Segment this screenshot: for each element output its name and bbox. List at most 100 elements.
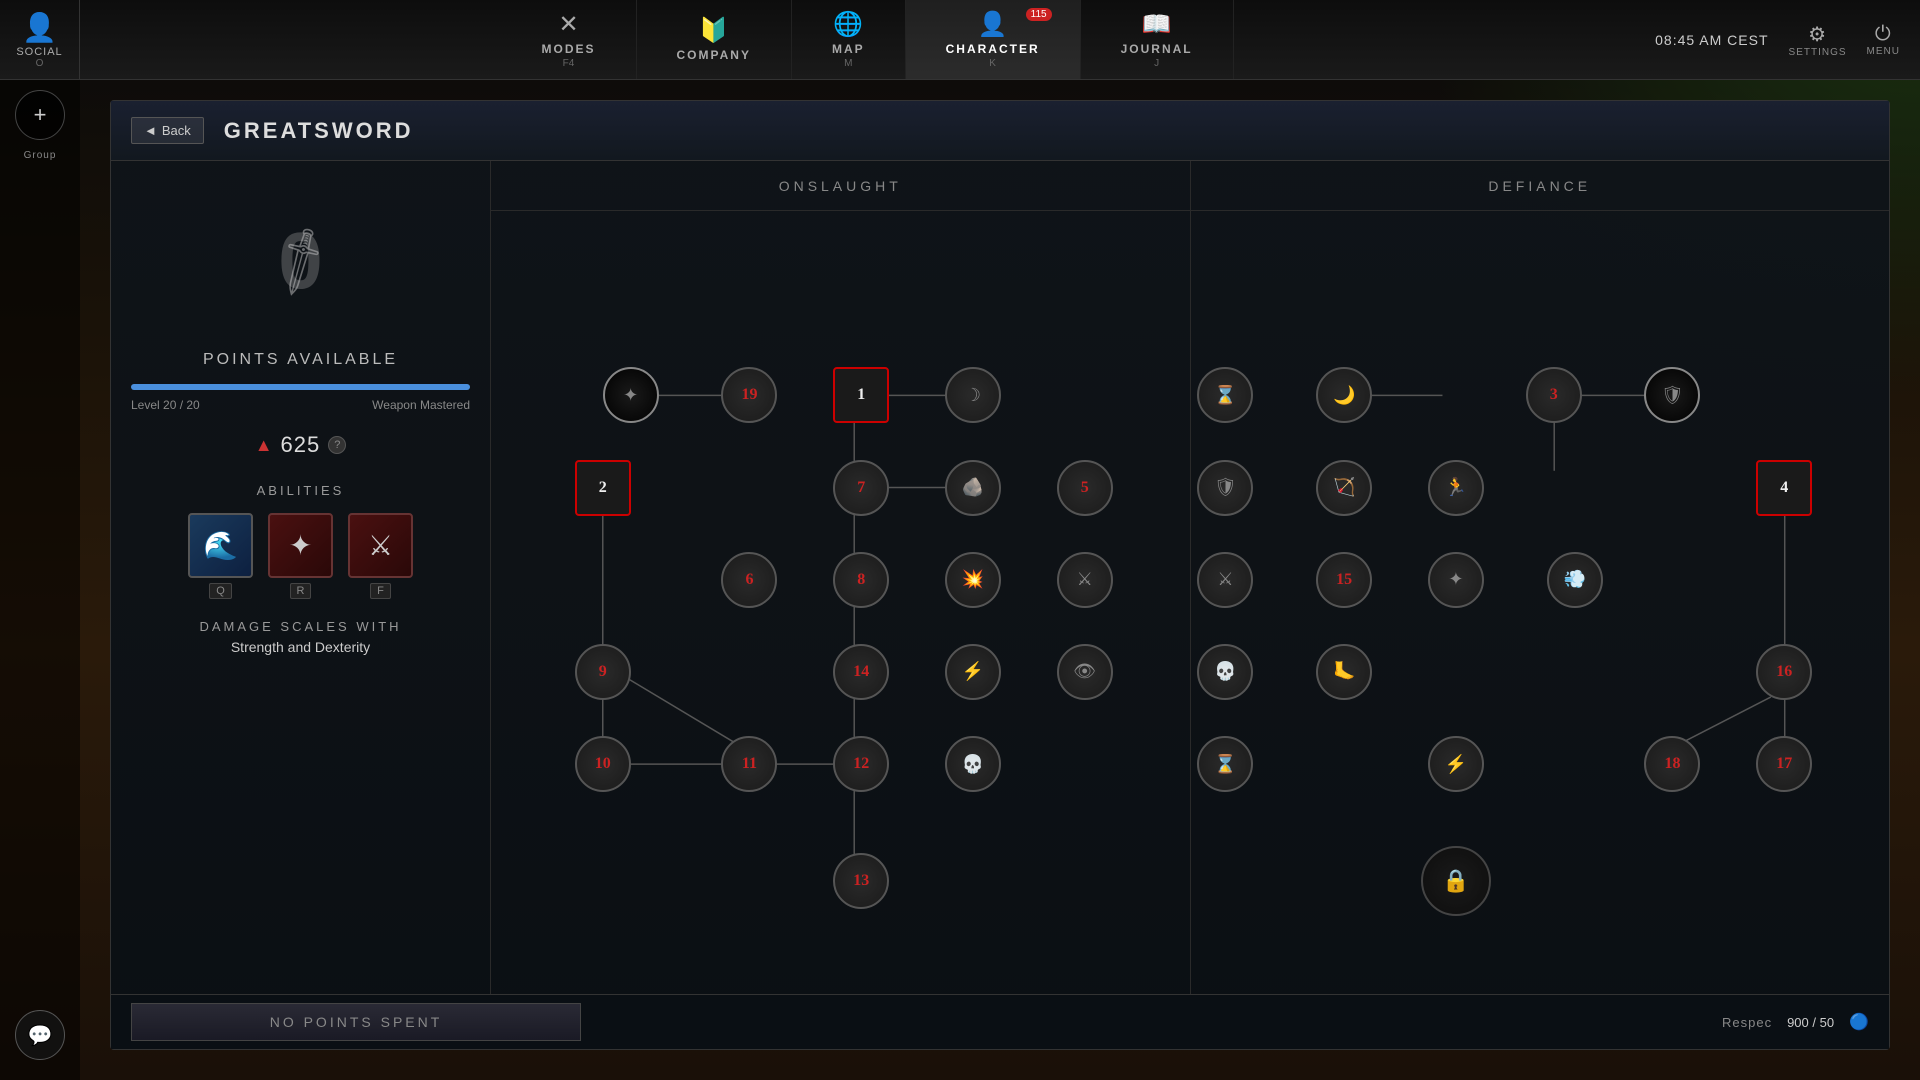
panel-body: 0 🗡 POINTS AVAILABLE Level 20 / 20 Weapo… bbox=[111, 161, 1889, 1049]
social-nav-item[interactable]: 👤 SOCIAL O bbox=[0, 0, 80, 79]
skill-node-defiance-combat[interactable]: ⚔ bbox=[1197, 552, 1253, 608]
skill-node-onslaught-top1[interactable]: ✦ bbox=[603, 367, 659, 423]
ability-icon-r[interactable]: ✦ bbox=[268, 513, 333, 578]
skill-node-9[interactable]: 9 bbox=[575, 644, 631, 700]
nav-item-modes[interactable]: ✕ MODES F4 bbox=[501, 0, 636, 79]
weapon-mastered-label: Weapon Mastered bbox=[372, 398, 470, 412]
skill-node-defiance-shield2[interactable]: 🛡 bbox=[1197, 460, 1253, 516]
back-chevron-icon: ◄ bbox=[144, 123, 157, 138]
group-add-button[interactable]: + bbox=[15, 90, 65, 140]
skill-node-19[interactable]: 19 bbox=[721, 367, 777, 423]
bottom-bar: NO POINTS SPENT Respec 900 / 50 🔵 bbox=[491, 994, 1889, 1049]
tree-content: ✦ 1 ☽ 19 2 7 bbox=[491, 211, 1889, 1049]
character-key: K bbox=[989, 58, 996, 69]
onslaught-tree: ✦ 1 ☽ 19 2 7 bbox=[491, 211, 1191, 1049]
group-label: Group bbox=[24, 150, 57, 161]
skill-node-14[interactable]: 14 bbox=[833, 644, 889, 700]
skill-node-3[interactable]: 3 bbox=[1526, 367, 1582, 423]
journal-label: JOURNAL bbox=[1121, 42, 1193, 56]
map-key: M bbox=[844, 58, 852, 69]
top-navigation: 👤 SOCIAL O ✕ MODES F4 🔰 COMPANY 🌐 MAP M … bbox=[0, 0, 1920, 80]
skill-node-10[interactable]: 10 bbox=[575, 736, 631, 792]
skill-node-onslaught-ghost[interactable]: 💀 bbox=[945, 736, 1001, 792]
company-icon: 🔰 bbox=[699, 16, 729, 45]
back-label: Back bbox=[162, 123, 191, 138]
skill-node-defiance-run[interactable]: 🏃 bbox=[1428, 460, 1484, 516]
skill-node-defiance-dodge[interactable]: 💨 bbox=[1547, 552, 1603, 608]
skill-node-15[interactable]: 15 bbox=[1316, 552, 1372, 608]
nav-item-character[interactable]: 115 👤 CHARACTER K bbox=[906, 0, 1081, 79]
skill-node-1[interactable]: 1 bbox=[833, 367, 889, 423]
damage-section: DAMAGE SCALES WITH Strength and Dexterit… bbox=[131, 619, 470, 655]
skill-node-4[interactable]: 4 bbox=[1756, 460, 1812, 516]
abilities-row: 🌊 Q ✦ R ⚔ F bbox=[131, 513, 470, 599]
nav-right: 08:45 AM CEST ⚙ SETTINGS ⏻ MENU bbox=[1655, 22, 1920, 58]
skill-node-defiance-moon[interactable]: 🌙 bbox=[1316, 367, 1372, 423]
lock-icon: 🔒 bbox=[1442, 868, 1469, 894]
nav-item-company[interactable]: 🔰 COMPANY bbox=[637, 0, 792, 79]
skill-node-11[interactable]: 11 bbox=[721, 736, 777, 792]
defiance-header: DEFIANCE bbox=[1191, 161, 1890, 210]
skill-node-defiance-hourglass[interactable]: ⌛ bbox=[1197, 367, 1253, 423]
chat-button[interactable]: 💬 bbox=[15, 1010, 65, 1060]
sword-icon: 🗡 bbox=[258, 220, 342, 303]
menu-button[interactable]: ⏻ MENU bbox=[1867, 23, 1900, 57]
skill-node-onslaught-sword[interactable]: ⚔ bbox=[1057, 552, 1113, 608]
no-points-spent-button[interactable]: NO POINTS SPENT bbox=[491, 1003, 581, 1041]
skill-node-2[interactable]: 2 bbox=[575, 460, 631, 516]
skill-node-defiance-skull[interactable]: 💀 bbox=[1197, 644, 1253, 700]
skill-node-12[interactable]: 12 bbox=[833, 736, 889, 792]
level-progress-bar bbox=[131, 384, 470, 390]
skill-node-onslaught-mid[interactable]: 💥 bbox=[945, 552, 1001, 608]
time-display: 08:45 AM CEST bbox=[1655, 32, 1768, 48]
skill-node-5[interactable]: 5 bbox=[1057, 460, 1113, 516]
defiance-tree: ⌛ 🌙 3 🛡 🛡 🏹 bbox=[1191, 211, 1890, 1049]
xp-row: ▲ 625 ? bbox=[255, 432, 347, 458]
skill-node-defiance-lightning[interactable]: ⚡ bbox=[1428, 736, 1484, 792]
map-icon: 🌐 bbox=[833, 10, 863, 39]
skill-node-defiance-shield[interactable]: 🛡 bbox=[1644, 367, 1700, 423]
respec-area: Respec 900 / 50 🔵 bbox=[1722, 1012, 1869, 1032]
settings-label: SETTINGS bbox=[1789, 47, 1847, 58]
ability-icon-f[interactable]: ⚔ bbox=[348, 513, 413, 578]
skill-node-16[interactable]: 16 bbox=[1756, 644, 1812, 700]
social-label: SOCIAL bbox=[16, 46, 62, 58]
skill-node-onslaught-slash[interactable]: ⚡ bbox=[945, 644, 1001, 700]
skill-node-onslaught-bottom-icon[interactable]: 👁 bbox=[1057, 644, 1113, 700]
skill-node-onslaught-rock[interactable]: 🪨 bbox=[945, 460, 1001, 516]
skill-node-defiance-star[interactable]: ✦ bbox=[1428, 552, 1484, 608]
skill-node-8[interactable]: 8 bbox=[833, 552, 889, 608]
back-button[interactable]: ◄ Back bbox=[131, 117, 204, 144]
nav-item-map[interactable]: 🌐 MAP M bbox=[792, 0, 906, 79]
skill-node-6[interactable]: 6 bbox=[721, 552, 777, 608]
panel-title: GREATSWORD bbox=[224, 118, 414, 144]
skill-node-defiance-arrow[interactable]: 🏹 bbox=[1316, 460, 1372, 516]
map-label: MAP bbox=[832, 42, 865, 56]
skill-node-18[interactable]: 18 bbox=[1644, 736, 1700, 792]
skill-node-defiance-locked[interactable]: 🔒 bbox=[1421, 846, 1491, 916]
nav-item-journal[interactable]: 📖 JOURNAL J bbox=[1081, 0, 1234, 79]
ability-card-q: 🌊 Q bbox=[188, 513, 253, 599]
modes-key: F4 bbox=[563, 58, 575, 69]
skill-node-onslaught-top-right[interactable]: ☽ bbox=[945, 367, 1001, 423]
menu-label: MENU bbox=[1867, 46, 1900, 57]
info-pane: 0 🗡 POINTS AVAILABLE Level 20 / 20 Weapo… bbox=[111, 161, 491, 1049]
damage-value: Strength and Dexterity bbox=[131, 639, 470, 655]
ability-icon-q[interactable]: 🌊 bbox=[188, 513, 253, 578]
abilities-title: ABILITIES bbox=[131, 483, 470, 498]
xp-value: 625 bbox=[281, 432, 321, 458]
xp-help-button[interactable]: ? bbox=[328, 436, 346, 454]
skill-node-defiance-boot[interactable]: 🦶 bbox=[1316, 644, 1372, 700]
weapon-icon-area: 0 🗡 bbox=[201, 181, 401, 341]
onslaught-connections bbox=[491, 211, 1190, 1049]
social-icon: 👤 bbox=[22, 11, 57, 44]
skill-node-7[interactable]: 7 bbox=[833, 460, 889, 516]
skill-node-13[interactable]: 13 bbox=[833, 853, 889, 909]
points-available-label: POINTS AVAILABLE bbox=[203, 351, 398, 369]
skill-node-17[interactable]: 17 bbox=[1756, 736, 1812, 792]
ability-key-f: F bbox=[370, 583, 391, 599]
damage-scales-label: DAMAGE SCALES WITH bbox=[131, 619, 470, 634]
skill-node-defiance-hourglass2[interactable]: ⌛ bbox=[1197, 736, 1253, 792]
modes-icon: ✕ bbox=[558, 10, 578, 39]
settings-button[interactable]: ⚙ SETTINGS bbox=[1789, 22, 1847, 58]
